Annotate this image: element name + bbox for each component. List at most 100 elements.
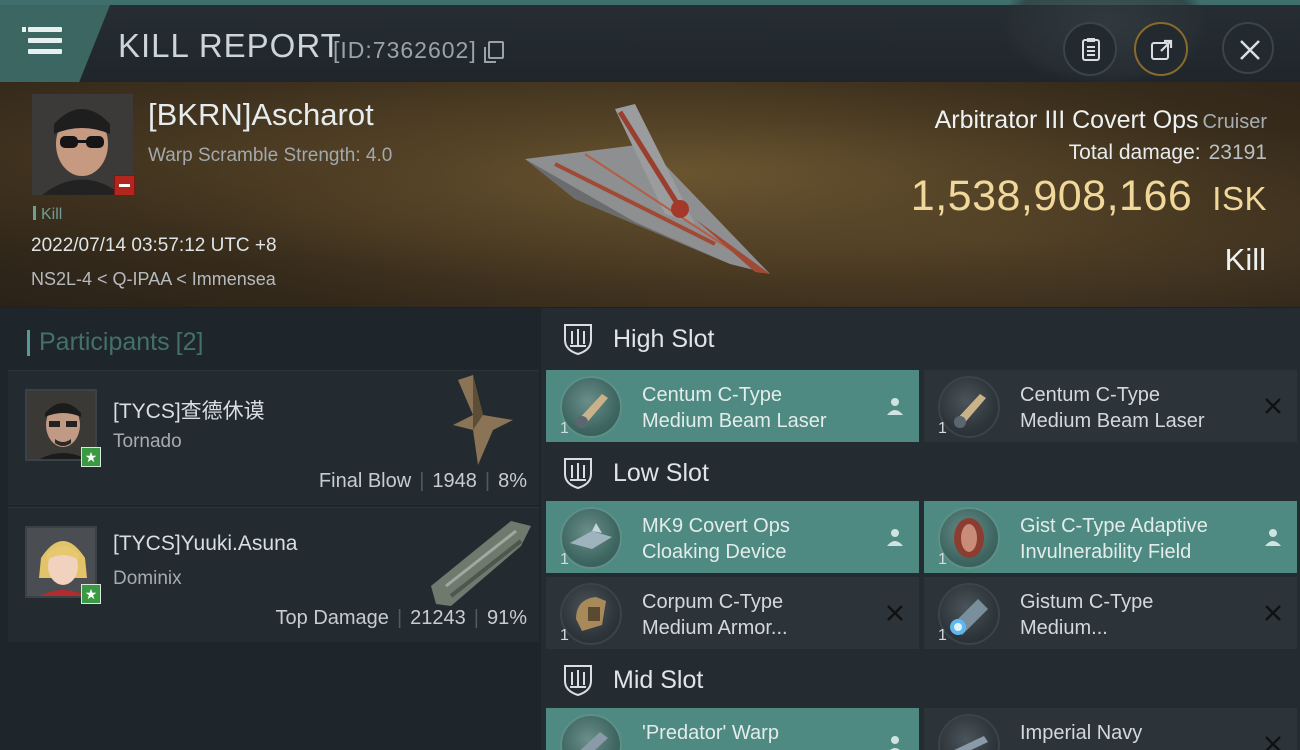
participants-title: Participants [2] xyxy=(27,328,203,357)
x-icon xyxy=(1265,398,1281,414)
module-icon xyxy=(938,376,1000,438)
victim-ship-name[interactable]: Arbitrator III Covert Ops Cruiser xyxy=(935,106,1267,135)
total-damage-value: 23191 xyxy=(1208,141,1267,164)
module-item[interactable]: 1 Centum C-Type Medium Beam Laser xyxy=(546,370,919,442)
share-icon xyxy=(1151,39,1173,60)
total-damage: Total damage: 23191 xyxy=(1069,141,1267,165)
menu-button[interactable] xyxy=(0,5,110,82)
module-item[interactable]: 1 Gist C-Type Adaptive Invulnerability F… xyxy=(924,501,1297,573)
participant-percent: 8% xyxy=(498,470,527,492)
victim-ship-image xyxy=(525,104,770,274)
high-slot-header: High Slot xyxy=(541,308,1300,370)
participants-label: Participants xyxy=(39,328,170,356)
mid-slot-header: Mid Slot xyxy=(541,649,1300,711)
isk-value: 1,538,908,166 ISK xyxy=(911,172,1267,221)
close-button[interactable] xyxy=(1222,22,1274,74)
low-slot-header: Low Slot xyxy=(541,442,1300,504)
participant-ship-image xyxy=(431,521,531,606)
module-quantity: 1 xyxy=(938,627,947,644)
module-icon xyxy=(560,376,622,438)
high-slot-title: High Slot xyxy=(613,325,715,353)
module-name: Centum C-Type Medium Beam Laser xyxy=(642,384,827,432)
module-item[interactable]: 1 Centum C-Type Medium Beam Laser xyxy=(924,370,1297,442)
ship-name-text: Arbitrator III Covert Ops xyxy=(934,106,1199,134)
warp-scramble: Warp Scramble Strength: 4.0 xyxy=(148,145,393,166)
person-icon xyxy=(887,529,903,546)
module-icon xyxy=(938,507,1000,569)
person-icon xyxy=(890,736,900,750)
participants-panel: Participants [2] ★ [TYCS]查德休谟 Tornado Fin… xyxy=(0,308,541,750)
module-quantity: 1 xyxy=(560,551,569,568)
mid-slot-title: Mid Slot xyxy=(613,666,704,694)
person-icon xyxy=(1265,529,1281,546)
participant-card[interactable]: ★ [TYCS]查德休谟 Tornado Final Blow | 1948 | 8% xyxy=(8,370,539,505)
star-icon: ★ xyxy=(81,447,101,467)
total-damage-label: Total damage: xyxy=(1068,141,1201,164)
ship-class: Cruiser xyxy=(1202,111,1267,133)
low-slot-title: Low Slot xyxy=(613,459,709,487)
kill-tag: Kill xyxy=(33,206,62,224)
module-name: Imperial Navy xyxy=(1020,722,1143,744)
module-icon xyxy=(560,583,622,645)
module-item[interactable]: 1 Corpum C-Type Medium Armor... xyxy=(546,577,919,649)
participant-damage: 1948 xyxy=(432,470,477,492)
module-icon xyxy=(938,714,1000,750)
module-name: Centum C-Type Medium Beam Laser xyxy=(1020,384,1205,432)
participant-damage: 21243 xyxy=(410,607,466,629)
isk-unit: ISK xyxy=(1212,180,1267,217)
participant-stats: Top Damage | 21243 | 91% xyxy=(275,607,527,629)
shield-slot-icon xyxy=(564,458,592,490)
module-item[interactable]: Imperial Navy xyxy=(924,708,1297,750)
module-name: Gistum C-Type Medium... xyxy=(1020,591,1154,639)
victim-name[interactable]: [BKRN]Ascharot xyxy=(148,97,374,133)
module-name: 'Predator' Warp xyxy=(642,722,779,744)
report-button[interactable] xyxy=(1063,22,1117,76)
module-icon xyxy=(560,714,622,750)
x-icon xyxy=(1265,605,1281,621)
fittings-panel: High Slot 1 Centum C-Type Medium Beam La… xyxy=(541,308,1300,750)
participant-role: Top Damage xyxy=(275,607,389,629)
module-item[interactable]: 1 MK9 Covert Ops Cloaking Device xyxy=(546,501,919,573)
victim-panel: [BKRN]Ascharot Warp Scramble Strength: 4… xyxy=(0,82,1300,307)
kill-id: [ID:7362602] xyxy=(333,37,477,63)
person-icon xyxy=(887,398,903,415)
participants-count: [2] xyxy=(175,328,204,356)
participant-stats: Final Blow | 1948 | 8% xyxy=(318,470,527,492)
menu-icon xyxy=(22,27,62,32)
isk-amount: 1,538,908,166 xyxy=(910,172,1193,220)
participant-role: Final Blow xyxy=(318,470,412,492)
module-name: Gist C-Type Adaptive Invulnerability Fie… xyxy=(1020,515,1208,563)
participant-name: [TYCS]Yuuki.Asuna xyxy=(113,532,298,555)
star-icon: ★ xyxy=(81,584,101,604)
close-icon xyxy=(1240,40,1260,60)
module-quantity: 1 xyxy=(938,551,947,568)
module-name: MK9 Covert Ops Cloaking Device xyxy=(642,515,790,563)
participant-ship: Dominix xyxy=(113,568,182,589)
shield-slot-icon xyxy=(564,324,592,356)
x-icon xyxy=(1265,736,1281,750)
module-item[interactable]: 'Predator' Warp xyxy=(546,708,919,750)
kill-datetime: 2022/07/14 03:57:12 UTC +8 xyxy=(31,235,277,256)
module-name: Corpum C-Type Medium Armor... xyxy=(642,591,788,639)
share-button[interactable] xyxy=(1134,22,1188,76)
module-icon xyxy=(938,583,1000,645)
kill-location[interactable]: NS2L-4 < Q-IPAA < Immensea xyxy=(31,269,276,290)
shield-slot-icon xyxy=(564,665,592,697)
participant-name: [TYCS]查德休谟 xyxy=(113,400,265,423)
x-icon xyxy=(887,605,903,621)
module-quantity: 1 xyxy=(560,627,569,644)
copy-icon[interactable] xyxy=(484,41,504,63)
participant-percent: 91% xyxy=(486,607,527,629)
module-quantity: 1 xyxy=(938,420,947,437)
participant-ship-image xyxy=(453,375,513,465)
module-icon xyxy=(560,507,622,569)
module-item[interactable]: 1 Gistum C-Type Medium... xyxy=(924,577,1297,649)
kill-result: Kill xyxy=(1224,242,1266,277)
corp-badge-icon xyxy=(114,175,135,196)
report-icon xyxy=(1082,38,1100,61)
page-title: KILL REPORT xyxy=(118,27,342,64)
participant-ship: Tornado xyxy=(113,431,182,452)
participant-card[interactable]: ★ [TYCS]Yuuki.Asuna Dominix Top Damage | 2… xyxy=(8,507,539,642)
module-quantity: 1 xyxy=(560,420,569,437)
top-bar: KILL REPORT [ID:7362602] xyxy=(0,0,1300,85)
